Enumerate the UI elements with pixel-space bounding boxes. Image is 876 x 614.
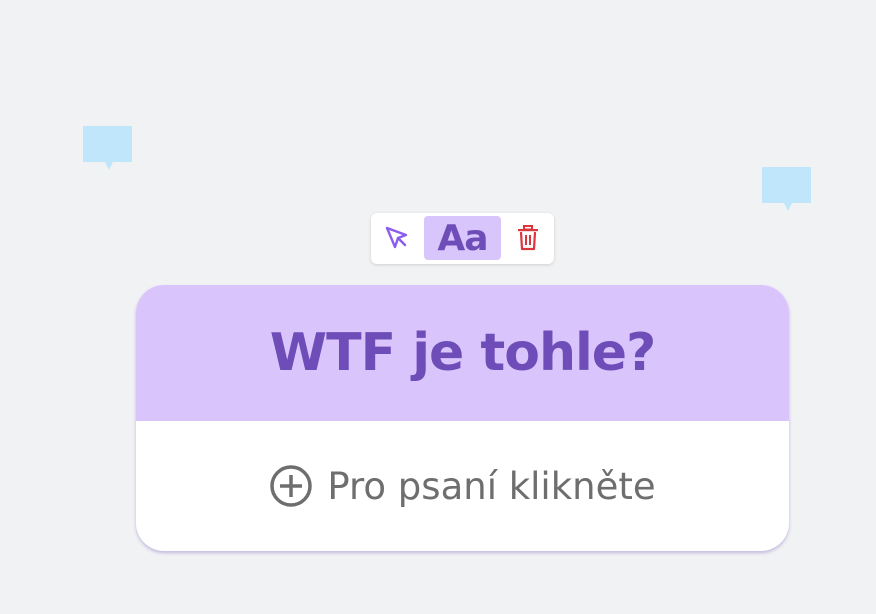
delete-button[interactable]	[508, 216, 548, 260]
text-style-button[interactable]: Aa	[424, 216, 501, 260]
add-text-prompt[interactable]: Pro psaní klikněte	[269, 464, 656, 508]
plus-circle-icon	[270, 465, 313, 507]
tooltip-bubble-right	[762, 167, 811, 211]
trash-icon	[518, 225, 538, 251]
add-text-label: Pro psaní klikněte	[327, 464, 656, 508]
topic-card[interactable]: WTF je tohle? Pro psaní klikněte	[136, 285, 789, 551]
cursor-arrow-icon	[385, 226, 408, 249]
select-button[interactable]	[377, 216, 417, 260]
card-header[interactable]: WTF je tohle?	[136, 285, 789, 421]
tooltip-bubble-left	[83, 126, 132, 170]
card-toolbar: Aa	[371, 213, 554, 264]
card-title[interactable]: WTF je tohle?	[270, 323, 657, 383]
card-add-text-area[interactable]: Pro psaní klikněte	[136, 421, 789, 551]
